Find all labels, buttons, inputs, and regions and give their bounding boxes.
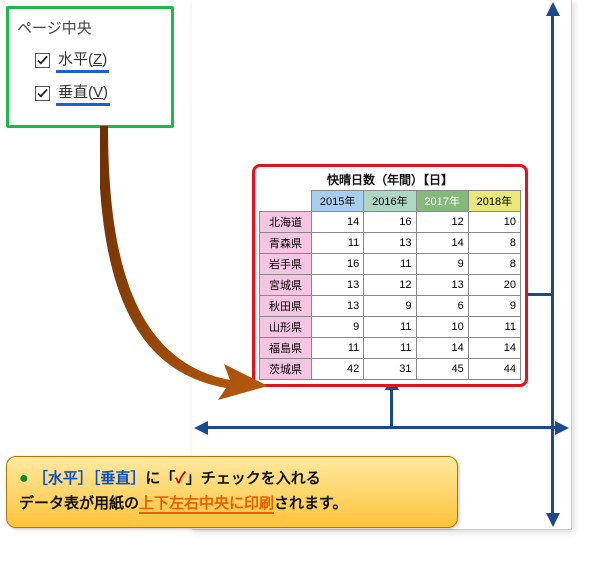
data-table-box: 快晴日数（年間）【日】 2015年 2016年 2017年 2018年 北海道1… (252, 164, 528, 387)
data-cell: 8 (468, 233, 520, 254)
data-cell: 16 (364, 212, 416, 233)
table-row: 山形県9111011 (260, 317, 521, 338)
data-cell: 9 (364, 296, 416, 317)
col-header: 2017年 (416, 191, 468, 212)
col-header: 2016年 (364, 191, 416, 212)
data-cell: 11 (364, 338, 416, 359)
row-header: 北海道 (260, 212, 312, 233)
gap-arrow-right (524, 293, 554, 296)
data-cell: 11 (364, 317, 416, 338)
data-cell: 11 (468, 317, 520, 338)
row-header: 茨城県 (260, 359, 312, 380)
data-cell: 16 (312, 254, 364, 275)
checkmark-icon (35, 86, 50, 101)
data-cell: 13 (416, 275, 468, 296)
data-cell: 44 (468, 359, 520, 380)
table-row: 青森県1113148 (260, 233, 521, 254)
vertical-checkbox-label: 垂直(V) (56, 81, 110, 106)
data-cell: 10 (416, 317, 468, 338)
table-corner (260, 191, 312, 212)
horizontal-checkbox-row[interactable]: 水平(Z) (17, 48, 163, 73)
horizontal-checkbox-label: 水平(Z) (56, 48, 109, 73)
callout-line-2: データ表が用紙の上下左右中央に印刷されます。 (19, 492, 445, 515)
print-preview-sheet: 快晴日数（年間）【日】 2015年 2016年 2017年 2018年 北海道1… (192, 0, 572, 530)
vertical-extent-line (551, 12, 554, 518)
col-header: 2018年 (468, 191, 520, 212)
vertical-checkbox-row[interactable]: 垂直(V) (17, 81, 163, 106)
row-header: 秋田県 (260, 296, 312, 317)
check-icon: ✓ (175, 470, 185, 487)
data-cell: 11 (364, 254, 416, 275)
table-row: 福島県11111414 (260, 338, 521, 359)
bullet-icon: ● (19, 470, 29, 487)
arrowhead-down-icon (546, 513, 560, 527)
data-cell: 13 (312, 275, 364, 296)
data-cell: 13 (364, 233, 416, 254)
callout-line-1: ● ［水平］［垂直］に「✓」チェックを入れる (19, 467, 445, 492)
arrowhead-up-icon (546, 2, 560, 16)
page-center-group: ページ中央 水平(Z) 垂直(V) (6, 6, 174, 128)
data-cell: 11 (312, 233, 364, 254)
table-row: 宮城県13121320 (260, 275, 521, 296)
row-header: 山形県 (260, 317, 312, 338)
gap-arrow-bottom (390, 384, 393, 426)
row-header: 岩手県 (260, 254, 312, 275)
table-title: 快晴日数（年間）【日】 (259, 171, 521, 188)
page-center-group-label: ページ中央 (17, 17, 163, 38)
table-row: 北海道14161210 (260, 212, 521, 233)
data-cell: 20 (468, 275, 520, 296)
data-cell: 8 (468, 254, 520, 275)
arrowhead-right-icon (555, 421, 569, 435)
data-cell: 6 (416, 296, 468, 317)
data-cell: 9 (312, 317, 364, 338)
checkmark-icon (35, 53, 50, 68)
horizontal-extent-line (204, 426, 559, 429)
data-cell: 42 (312, 359, 364, 380)
data-cell: 31 (364, 359, 416, 380)
table-row: 茨城県42314544 (260, 359, 521, 380)
row-header: 福島県 (260, 338, 312, 359)
data-cell: 45 (416, 359, 468, 380)
table-row: 秋田県13969 (260, 296, 521, 317)
data-table: 2015年 2016年 2017年 2018年 北海道14161210青森県11… (259, 190, 521, 380)
data-cell: 9 (416, 254, 468, 275)
data-cell: 13 (312, 296, 364, 317)
table-row: 岩手県161198 (260, 254, 521, 275)
row-header: 青森県 (260, 233, 312, 254)
col-header: 2015年 (312, 191, 364, 212)
arrowhead-left-icon (194, 421, 208, 435)
data-cell: 10 (468, 212, 520, 233)
data-cell: 12 (364, 275, 416, 296)
data-cell: 14 (312, 212, 364, 233)
data-cell: 14 (468, 338, 520, 359)
data-cell: 11 (312, 338, 364, 359)
explanation-callout: ● ［水平］［垂直］に「✓」チェックを入れる データ表が用紙の上下左右中央に印刷… (6, 456, 458, 528)
data-cell: 14 (416, 233, 468, 254)
row-header: 宮城県 (260, 275, 312, 296)
data-cell: 14 (416, 338, 468, 359)
data-cell: 12 (416, 212, 468, 233)
data-cell: 9 (468, 296, 520, 317)
